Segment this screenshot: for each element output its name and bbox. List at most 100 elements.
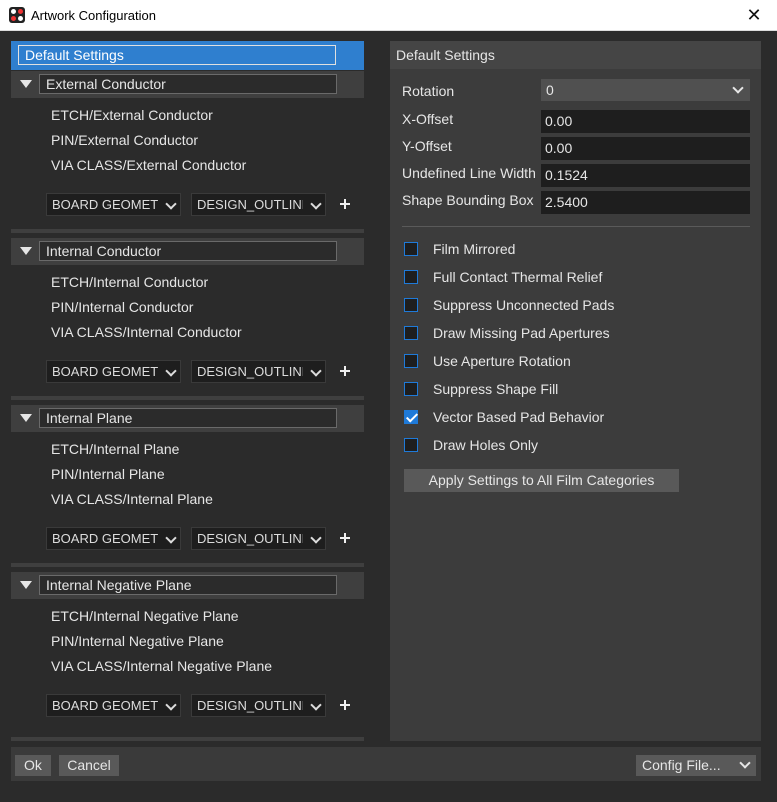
rotation-label: Rotation xyxy=(402,83,455,99)
category-header-internal-negative-plane[interactable]: Internal Negative Plane xyxy=(11,572,364,599)
checkbox-row[interactable]: Use Aperture Rotation xyxy=(404,352,571,370)
subclass-combo[interactable]: DESIGN_OUTLINE xyxy=(191,694,326,717)
subclass-combo[interactable]: DESIGN_OUTLINE xyxy=(191,360,326,383)
chevron-down-icon xyxy=(732,82,744,94)
ok-button[interactable]: Ok xyxy=(15,755,51,776)
subclass-combo[interactable]: DESIGN_OUTLINE xyxy=(191,193,326,216)
cancel-button[interactable]: Cancel xyxy=(59,755,119,776)
category-header-internal-plane[interactable]: Internal Plane xyxy=(11,405,364,432)
category-name-field[interactable]: Internal Negative Plane xyxy=(39,575,337,595)
class-combo[interactable]: BOARD GEOMETRY xyxy=(46,193,181,216)
settings-header: Default Settings xyxy=(390,41,761,69)
collapse-triangle-icon[interactable] xyxy=(20,581,32,589)
line-width-input[interactable]: 0.1524 xyxy=(541,164,750,187)
category-divider xyxy=(11,396,364,400)
checkbox-row[interactable]: Vector Based Pad Behavior xyxy=(404,408,604,426)
category-divider xyxy=(11,737,364,741)
add-icon[interactable] xyxy=(338,197,352,211)
category-header-internal-conductor[interactable]: Internal Conductor xyxy=(11,238,364,265)
subclass-item[interactable]: PIN/Internal Negative Plane xyxy=(51,633,224,649)
class-combo[interactable]: BOARD GEOMETRY xyxy=(46,694,181,717)
checkbox-row[interactable]: Draw Holes Only xyxy=(404,436,538,454)
checkbox-label: Suppress Unconnected Pads xyxy=(433,297,615,313)
checkbox[interactable] xyxy=(404,270,418,284)
chevron-down-icon xyxy=(310,365,322,377)
chevron-down-icon xyxy=(310,532,322,544)
y-offset-input[interactable]: 0.00 xyxy=(541,137,750,160)
checkbox[interactable] xyxy=(404,242,418,256)
category-name-field[interactable]: External Conductor xyxy=(39,74,337,94)
window-title: Artwork Configuration xyxy=(31,8,156,23)
collapse-triangle-icon[interactable] xyxy=(20,414,32,422)
category-name-field[interactable]: Internal Conductor xyxy=(39,241,337,261)
dialog-footer: Ok Cancel Config File... xyxy=(11,747,761,781)
tree-root-label[interactable]: Default Settings xyxy=(18,45,336,65)
add-icon[interactable] xyxy=(338,364,352,378)
subclass-item[interactable]: PIN/Internal Conductor xyxy=(51,299,193,315)
bounding-box-label: Shape Bounding Box xyxy=(402,192,534,208)
app-icon xyxy=(9,7,25,23)
subclass-item[interactable]: VIA CLASS/Internal Conductor xyxy=(51,324,242,340)
chevron-down-icon xyxy=(739,757,751,769)
checkbox[interactable] xyxy=(404,326,418,340)
checkbox-row[interactable]: Draw Missing Pad Apertures xyxy=(404,324,610,342)
checkbox[interactable] xyxy=(404,298,418,312)
class-combo[interactable]: BOARD GEOMETRY xyxy=(46,527,181,550)
collapse-triangle-icon[interactable] xyxy=(20,247,32,255)
checkbox-row[interactable]: Suppress Shape Fill xyxy=(404,380,558,398)
checkbox[interactable] xyxy=(404,438,418,452)
config-file-button[interactable]: Config File... xyxy=(636,755,756,776)
add-icon[interactable] xyxy=(338,531,352,545)
line-width-label: Undefined Line Width xyxy=(402,165,536,181)
checkbox-label: Vector Based Pad Behavior xyxy=(433,409,605,425)
category-divider xyxy=(11,563,364,567)
subclass-item[interactable]: VIA CLASS/Internal Negative Plane xyxy=(51,658,272,674)
checkbox-row[interactable]: Film Mirrored xyxy=(404,240,515,258)
category-name-field[interactable]: Internal Plane xyxy=(39,408,337,428)
checkbox-label: Full Contact Thermal Relief xyxy=(433,269,603,285)
category-divider xyxy=(11,229,364,233)
chevron-down-icon xyxy=(310,198,322,210)
checkbox-row[interactable]: Suppress Unconnected Pads xyxy=(404,296,614,314)
close-icon: ✕ xyxy=(746,4,762,25)
x-offset-label: X-Offset xyxy=(402,111,454,127)
checkbox[interactable] xyxy=(404,354,418,368)
subclass-item[interactable]: ETCH/Internal Negative Plane xyxy=(51,608,239,624)
subclass-item[interactable]: ETCH/Internal Conductor xyxy=(51,274,208,290)
film-tree-panel: Default Settings External Conductor ETCH… xyxy=(11,41,366,741)
subclass-item[interactable]: PIN/Internal Plane xyxy=(51,466,165,482)
rotation-select[interactable]: 0 xyxy=(541,79,750,101)
checkbox-label: Draw Holes Only xyxy=(433,437,539,453)
checkbox[interactable] xyxy=(404,382,418,396)
checkbox-row[interactable]: Full Contact Thermal Relief xyxy=(404,268,602,286)
chevron-down-icon xyxy=(165,699,177,711)
subclass-item[interactable]: ETCH/External Conductor xyxy=(51,107,213,123)
category-header-external-conductor[interactable]: External Conductor xyxy=(11,71,364,98)
title-bar: Artwork Configuration ✕ xyxy=(0,0,777,31)
chevron-down-icon xyxy=(310,699,322,711)
x-offset-input[interactable]: 0.00 xyxy=(541,110,750,133)
chevron-down-icon xyxy=(165,365,177,377)
subclass-item[interactable]: VIA CLASS/Internal Plane xyxy=(51,491,213,507)
checkbox-label: Draw Missing Pad Apertures xyxy=(433,325,610,341)
apply-all-button[interactable]: Apply Settings to All Film Categories xyxy=(404,469,679,492)
subclass-combo[interactable]: DESIGN_OUTLINE xyxy=(191,527,326,550)
y-offset-label: Y-Offset xyxy=(402,138,452,154)
chevron-down-icon xyxy=(165,198,177,210)
settings-title: Default Settings xyxy=(396,47,495,63)
checkbox-label: Use Aperture Rotation xyxy=(433,353,571,369)
bounding-box-input[interactable]: 2.5400 xyxy=(541,191,750,214)
class-combo[interactable]: BOARD GEOMETRY xyxy=(46,360,181,383)
subclass-item[interactable]: VIA CLASS/External Conductor xyxy=(51,157,246,173)
checkbox-checked[interactable] xyxy=(404,410,418,424)
subclass-item[interactable]: ETCH/Internal Plane xyxy=(51,441,179,457)
tree-root-row[interactable]: Default Settings xyxy=(11,41,364,70)
settings-separator xyxy=(402,226,750,227)
collapse-triangle-icon[interactable] xyxy=(20,80,32,88)
checkbox-label: Suppress Shape Fill xyxy=(433,381,559,397)
chevron-down-icon xyxy=(165,532,177,544)
close-button[interactable]: ✕ xyxy=(731,0,777,30)
subclass-item[interactable]: PIN/External Conductor xyxy=(51,132,198,148)
add-icon[interactable] xyxy=(338,698,352,712)
settings-panel: Default Settings Rotation 0 X-Offset 0.0… xyxy=(390,41,761,741)
